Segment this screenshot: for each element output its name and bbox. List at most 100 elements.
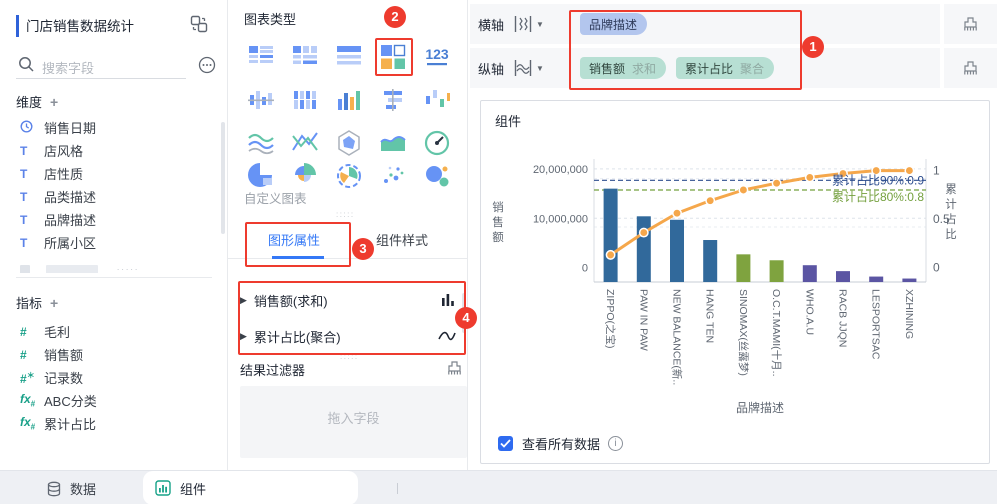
- field-item[interactable]: T 店性质: [20, 162, 210, 185]
- svg-text:占: 占: [945, 212, 957, 226]
- field-item[interactable]: 销售日期: [20, 116, 210, 139]
- filter-dropzone[interactable]: 拖入字段: [240, 386, 467, 458]
- field-item[interactable]: # 销售额: [20, 343, 210, 366]
- column-icon[interactable]: [334, 86, 364, 116]
- field-item[interactable]: T 品牌描述: [20, 208, 210, 231]
- search-input[interactable]: 搜索字段: [42, 58, 94, 77]
- switch-dataset-icon[interactable]: [190, 15, 208, 33]
- property-sales-sum[interactable]: ▶ 销售额(求和): [240, 286, 456, 314]
- field-label: 销售日期: [44, 121, 97, 136]
- metric-list: # 毛利 # 销售额 #＊ 记录数 fx# ABC分类 fx# 累计占比: [20, 320, 210, 435]
- svg-text:0: 0: [582, 263, 588, 275]
- panel-scrollbar[interactable]: [462, 293, 466, 333]
- field-item[interactable]: #＊ 记录数: [20, 366, 210, 389]
- field-item[interactable]: fx# 累计占比: [20, 412, 210, 435]
- field-item[interactable]: T 所属小区: [20, 231, 210, 254]
- axis-dropdown-caret[interactable]: ▼: [536, 20, 544, 29]
- expand-caret-icon[interactable]: ▶: [240, 331, 247, 342]
- formula-icon: fx#: [20, 415, 36, 432]
- field-item[interactable]: T 店风格: [20, 139, 210, 162]
- dimensions-header: 维度 +: [16, 94, 59, 110]
- svg-text:LESPORTSAC: LESPORTSAC: [870, 289, 882, 360]
- app-window: 门店销售数据统计 搜索字段 维度 + 销售日期 T 店风格 T 店性质 T 品类描述 T 品牌描述…: [0, 0, 997, 504]
- clipped-field-row: :::::: [20, 261, 210, 273]
- field-sidebar: 门店销售数据统计 搜索字段 维度 + 销售日期 T 店风格 T 店性质 T 品类描述 T 品牌描述…: [0, 0, 228, 470]
- tab-graphic-properties[interactable]: 图形属性: [268, 230, 320, 249]
- view-all-data-checkbox[interactable]: [498, 436, 513, 451]
- database-icon: [47, 481, 61, 496]
- grouped-column-icon[interactable]: [246, 86, 276, 116]
- dimension-list: 销售日期 T 店风格 T 店性质 T 品类描述 T 品牌描述 T 所属小区: [20, 116, 210, 254]
- clock-icon: [20, 119, 44, 136]
- map-pie-icon[interactable]: [334, 161, 364, 191]
- field-pill[interactable]: 品牌描述: [579, 13, 647, 35]
- group-table-icon[interactable]: [246, 42, 276, 72]
- info-icon[interactable]: i: [608, 436, 624, 451]
- y-axis-icon[interactable]: [513, 58, 533, 78]
- pie-icon[interactable]: [246, 161, 276, 191]
- stream-icon[interactable]: [246, 128, 276, 158]
- clear-axis-icon[interactable]: [962, 16, 979, 33]
- field-item[interactable]: fx# ABC分类: [20, 389, 210, 412]
- field-label: ABC分类: [44, 394, 97, 409]
- axis-dropdown-caret[interactable]: ▼: [536, 64, 544, 73]
- clear-axis-icon[interactable]: [962, 60, 979, 77]
- svg-text:累: 累: [945, 183, 957, 196]
- x-axis-icon[interactable]: [513, 14, 533, 34]
- field-label: 毛利: [44, 325, 71, 340]
- x-axis-pills: 品牌描述: [579, 13, 647, 35]
- detail-table-icon[interactable]: [334, 42, 364, 72]
- sidebar-scrollbar[interactable]: [221, 122, 225, 234]
- range-column-icon[interactable]: [422, 86, 452, 116]
- chart-config-panel: 图表类型 123 自定义图表 ::::: 图形属性 组件样式 ▶ 销售额(求和)…: [228, 0, 468, 470]
- component-card[interactable]: 组件 累计占比90%:0.9 累计占比80%:0.8 0 10,000,000 20,0…: [480, 100, 990, 464]
- gauge-icon[interactable]: [422, 128, 452, 158]
- bottom-bar: 数据 组件: [0, 470, 997, 504]
- svg-text:HANG TEN: HANG TEN: [704, 289, 716, 343]
- field-pill[interactable]: 销售额 求和: [579, 57, 666, 79]
- tabs-divider: [228, 258, 468, 259]
- text-icon: T: [20, 166, 28, 181]
- svg-text:累计占比90%:0.9: 累计占比90%:0.9: [832, 172, 924, 187]
- svg-text:XZHINING: XZHINING: [903, 289, 915, 339]
- more-options-icon[interactable]: [198, 56, 216, 74]
- search-icon: [19, 57, 34, 72]
- bar-icon[interactable]: [378, 86, 408, 116]
- field-item[interactable]: # 毛利: [20, 320, 210, 343]
- multi-line-icon[interactable]: [290, 128, 320, 158]
- tab-component-style[interactable]: 组件样式: [376, 230, 428, 249]
- tab-data[interactable]: 数据: [46, 479, 96, 498]
- component-chart-icon: [155, 480, 171, 496]
- field-item[interactable]: T 品类描述: [20, 185, 210, 208]
- drag-handle-dots: :::::: [336, 210, 355, 219]
- bubble-icon[interactable]: [422, 161, 452, 191]
- field-pill[interactable]: 累计占比 聚合: [675, 57, 774, 79]
- cross-table-icon[interactable]: [290, 42, 320, 72]
- add-dimension-icon[interactable]: +: [50, 94, 58, 110]
- pareto-chart[interactable]: 累计占比90%:0.9 累计占比80%:0.8 0 10,000,000 20,000,…: [481, 119, 989, 431]
- add-metric-icon[interactable]: +: [50, 295, 58, 311]
- property-cumulative-agg[interactable]: ▶ 累计占比(聚合): [240, 322, 456, 350]
- scatter-icon[interactable]: [378, 161, 408, 191]
- svg-text:计: 计: [945, 198, 957, 211]
- custom-chart-icon[interactable]: [378, 42, 408, 72]
- svg-text:O.C.T.MAMI(十月..: O.C.T.MAMI(十月..: [770, 289, 783, 377]
- tab-component[interactable]: 组件: [143, 471, 358, 504]
- kpi-card-icon[interactable]: 123: [422, 42, 452, 72]
- pill-aggregation: 求和: [631, 61, 656, 76]
- x-axis-shelf: 横轴 ▼ 品牌描述: [470, 4, 940, 44]
- field-label: 店风格: [44, 144, 84, 159]
- radar-icon[interactable]: [334, 128, 364, 158]
- pill-label: 销售额: [588, 61, 625, 76]
- y-axis-pills: 销售额 求和 累计占比 聚合: [579, 57, 774, 79]
- dataset-title: 门店销售数据统计: [26, 19, 134, 34]
- pill-aggregation: 聚合: [739, 61, 764, 76]
- x-axis-label: 横轴: [478, 17, 505, 33]
- count-icon: #＊: [20, 370, 35, 386]
- clear-filter-icon[interactable]: [446, 360, 463, 377]
- expand-caret-icon[interactable]: ▶: [240, 295, 247, 306]
- svg-text:10,000,000: 10,000,000: [533, 213, 588, 225]
- stacked-column-icon[interactable]: [290, 86, 320, 116]
- area-icon[interactable]: [378, 128, 408, 158]
- rose-pie-icon[interactable]: [290, 161, 320, 191]
